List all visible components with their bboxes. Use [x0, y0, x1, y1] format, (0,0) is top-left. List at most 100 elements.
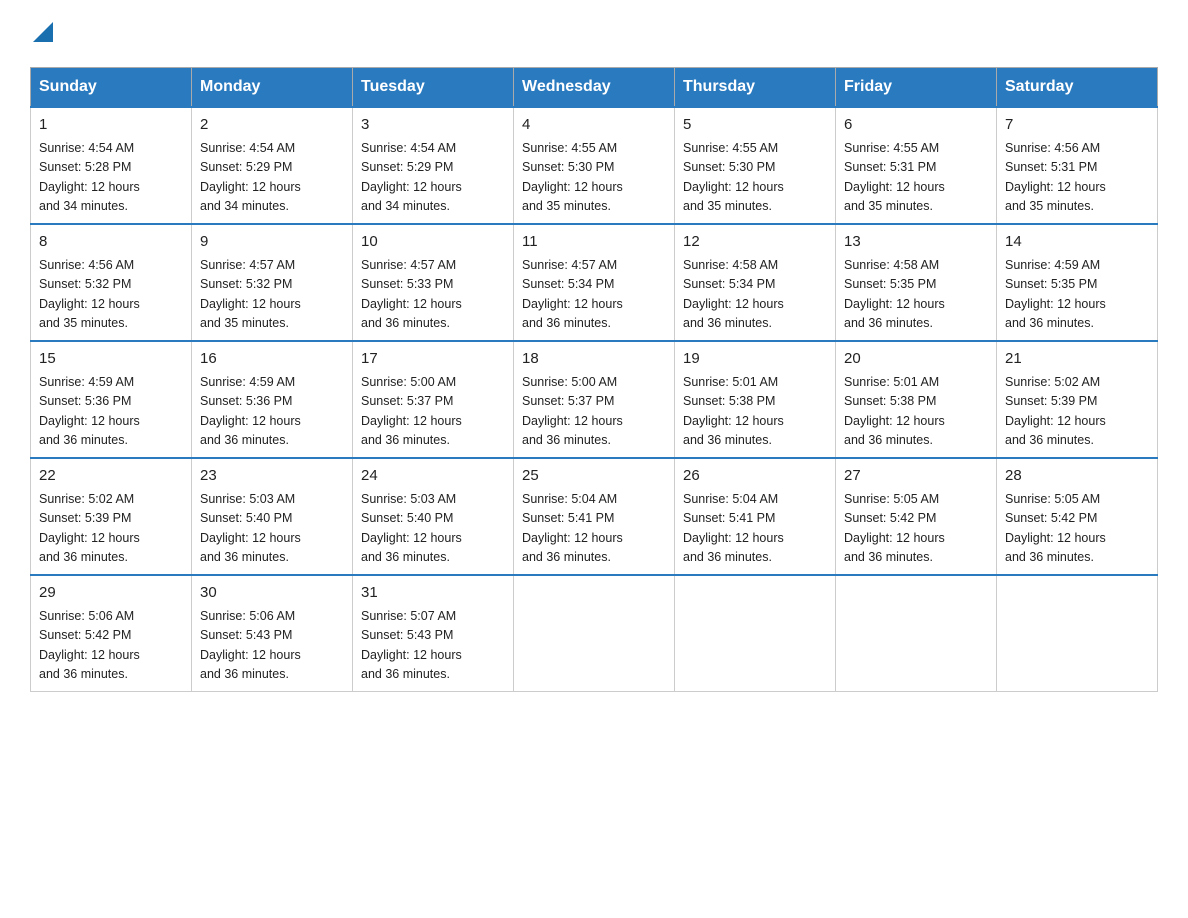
calendar-cell: 16 Sunrise: 4:59 AMSunset: 5:36 PMDaylig… — [192, 341, 353, 458]
calendar-cell: 9 Sunrise: 4:57 AMSunset: 5:32 PMDayligh… — [192, 224, 353, 341]
calendar-cell — [675, 575, 836, 692]
calendar-cell: 28 Sunrise: 5:05 AMSunset: 5:42 PMDaylig… — [997, 458, 1158, 575]
day-info: Sunrise: 5:00 AMSunset: 5:37 PMDaylight:… — [522, 373, 666, 451]
calendar-week-row: 8 Sunrise: 4:56 AMSunset: 5:32 PMDayligh… — [31, 224, 1158, 341]
calendar-cell: 27 Sunrise: 5:05 AMSunset: 5:42 PMDaylig… — [836, 458, 997, 575]
calendar-cell: 30 Sunrise: 5:06 AMSunset: 5:43 PMDaylig… — [192, 575, 353, 692]
day-number: 23 — [200, 465, 344, 488]
day-number: 13 — [844, 231, 988, 254]
day-number: 31 — [361, 582, 505, 605]
day-info: Sunrise: 4:59 AMSunset: 5:36 PMDaylight:… — [200, 373, 344, 451]
day-number: 3 — [361, 114, 505, 137]
day-info: Sunrise: 4:55 AMSunset: 5:30 PMDaylight:… — [683, 139, 827, 217]
day-header-monday: Monday — [192, 67, 353, 107]
calendar-cell: 1 Sunrise: 4:54 AMSunset: 5:28 PMDayligh… — [31, 107, 192, 224]
day-info: Sunrise: 5:04 AMSunset: 5:41 PMDaylight:… — [522, 490, 666, 568]
day-number: 15 — [39, 348, 183, 371]
day-number: 29 — [39, 582, 183, 605]
day-header-thursday: Thursday — [675, 67, 836, 107]
day-number: 25 — [522, 465, 666, 488]
calendar-week-row: 1 Sunrise: 4:54 AMSunset: 5:28 PMDayligh… — [31, 107, 1158, 224]
day-info: Sunrise: 5:05 AMSunset: 5:42 PMDaylight:… — [1005, 490, 1149, 568]
day-info: Sunrise: 5:06 AMSunset: 5:43 PMDaylight:… — [200, 607, 344, 685]
day-number: 20 — [844, 348, 988, 371]
day-header-sunday: Sunday — [31, 67, 192, 107]
calendar-cell: 14 Sunrise: 4:59 AMSunset: 5:35 PMDaylig… — [997, 224, 1158, 341]
day-info: Sunrise: 4:55 AMSunset: 5:31 PMDaylight:… — [844, 139, 988, 217]
calendar-week-row: 15 Sunrise: 4:59 AMSunset: 5:36 PMDaylig… — [31, 341, 1158, 458]
day-number: 11 — [522, 231, 666, 254]
day-info: Sunrise: 5:06 AMSunset: 5:42 PMDaylight:… — [39, 607, 183, 685]
calendar-cell: 4 Sunrise: 4:55 AMSunset: 5:30 PMDayligh… — [514, 107, 675, 224]
calendar-week-row: 22 Sunrise: 5:02 AMSunset: 5:39 PMDaylig… — [31, 458, 1158, 575]
day-number: 2 — [200, 114, 344, 137]
calendar-cell: 19 Sunrise: 5:01 AMSunset: 5:38 PMDaylig… — [675, 341, 836, 458]
day-info: Sunrise: 5:03 AMSunset: 5:40 PMDaylight:… — [200, 490, 344, 568]
calendar-table: SundayMondayTuesdayWednesdayThursdayFrid… — [30, 67, 1158, 692]
calendar-cell: 11 Sunrise: 4:57 AMSunset: 5:34 PMDaylig… — [514, 224, 675, 341]
day-number: 9 — [200, 231, 344, 254]
day-header-saturday: Saturday — [997, 67, 1158, 107]
day-info: Sunrise: 4:59 AMSunset: 5:36 PMDaylight:… — [39, 373, 183, 451]
calendar-cell: 22 Sunrise: 5:02 AMSunset: 5:39 PMDaylig… — [31, 458, 192, 575]
day-number: 10 — [361, 231, 505, 254]
calendar-cell: 31 Sunrise: 5:07 AMSunset: 5:43 PMDaylig… — [353, 575, 514, 692]
day-info: Sunrise: 4:56 AMSunset: 5:32 PMDaylight:… — [39, 256, 183, 334]
day-info: Sunrise: 4:57 AMSunset: 5:34 PMDaylight:… — [522, 256, 666, 334]
day-number: 22 — [39, 465, 183, 488]
day-info: Sunrise: 4:56 AMSunset: 5:31 PMDaylight:… — [1005, 139, 1149, 217]
day-info: Sunrise: 4:58 AMSunset: 5:35 PMDaylight:… — [844, 256, 988, 334]
calendar-cell: 25 Sunrise: 5:04 AMSunset: 5:41 PMDaylig… — [514, 458, 675, 575]
calendar-cell: 24 Sunrise: 5:03 AMSunset: 5:40 PMDaylig… — [353, 458, 514, 575]
calendar-cell — [514, 575, 675, 692]
calendar-cell: 20 Sunrise: 5:01 AMSunset: 5:38 PMDaylig… — [836, 341, 997, 458]
calendar-cell: 3 Sunrise: 4:54 AMSunset: 5:29 PMDayligh… — [353, 107, 514, 224]
day-number: 17 — [361, 348, 505, 371]
day-header-tuesday: Tuesday — [353, 67, 514, 107]
calendar-week-row: 29 Sunrise: 5:06 AMSunset: 5:42 PMDaylig… — [31, 575, 1158, 692]
day-header-friday: Friday — [836, 67, 997, 107]
logo — [30, 20, 53, 47]
day-info: Sunrise: 4:54 AMSunset: 5:29 PMDaylight:… — [200, 139, 344, 217]
page-header — [30, 20, 1158, 47]
day-info: Sunrise: 4:57 AMSunset: 5:33 PMDaylight:… — [361, 256, 505, 334]
day-number: 8 — [39, 231, 183, 254]
day-number: 26 — [683, 465, 827, 488]
day-number: 21 — [1005, 348, 1149, 371]
day-header-wednesday: Wednesday — [514, 67, 675, 107]
calendar-cell: 5 Sunrise: 4:55 AMSunset: 5:30 PMDayligh… — [675, 107, 836, 224]
day-info: Sunrise: 5:03 AMSunset: 5:40 PMDaylight:… — [361, 490, 505, 568]
calendar-cell: 7 Sunrise: 4:56 AMSunset: 5:31 PMDayligh… — [997, 107, 1158, 224]
day-number: 7 — [1005, 114, 1149, 137]
calendar-cell — [836, 575, 997, 692]
day-info: Sunrise: 4:59 AMSunset: 5:35 PMDaylight:… — [1005, 256, 1149, 334]
calendar-cell: 26 Sunrise: 5:04 AMSunset: 5:41 PMDaylig… — [675, 458, 836, 575]
day-info: Sunrise: 4:54 AMSunset: 5:29 PMDaylight:… — [361, 139, 505, 217]
day-number: 1 — [39, 114, 183, 137]
calendar-cell: 10 Sunrise: 4:57 AMSunset: 5:33 PMDaylig… — [353, 224, 514, 341]
logo-triangle-icon — [33, 22, 53, 42]
calendar-cell: 18 Sunrise: 5:00 AMSunset: 5:37 PMDaylig… — [514, 341, 675, 458]
calendar-cell: 23 Sunrise: 5:03 AMSunset: 5:40 PMDaylig… — [192, 458, 353, 575]
day-info: Sunrise: 4:58 AMSunset: 5:34 PMDaylight:… — [683, 256, 827, 334]
day-info: Sunrise: 5:02 AMSunset: 5:39 PMDaylight:… — [1005, 373, 1149, 451]
day-number: 6 — [844, 114, 988, 137]
day-info: Sunrise: 5:02 AMSunset: 5:39 PMDaylight:… — [39, 490, 183, 568]
day-number: 5 — [683, 114, 827, 137]
day-number: 28 — [1005, 465, 1149, 488]
day-info: Sunrise: 4:54 AMSunset: 5:28 PMDaylight:… — [39, 139, 183, 217]
day-number: 27 — [844, 465, 988, 488]
calendar-cell: 8 Sunrise: 4:56 AMSunset: 5:32 PMDayligh… — [31, 224, 192, 341]
calendar-cell: 29 Sunrise: 5:06 AMSunset: 5:42 PMDaylig… — [31, 575, 192, 692]
day-number: 30 — [200, 582, 344, 605]
calendar-cell: 21 Sunrise: 5:02 AMSunset: 5:39 PMDaylig… — [997, 341, 1158, 458]
day-number: 12 — [683, 231, 827, 254]
calendar-cell: 12 Sunrise: 4:58 AMSunset: 5:34 PMDaylig… — [675, 224, 836, 341]
day-info: Sunrise: 4:55 AMSunset: 5:30 PMDaylight:… — [522, 139, 666, 217]
day-info: Sunrise: 5:00 AMSunset: 5:37 PMDaylight:… — [361, 373, 505, 451]
day-info: Sunrise: 5:05 AMSunset: 5:42 PMDaylight:… — [844, 490, 988, 568]
calendar-cell: 2 Sunrise: 4:54 AMSunset: 5:29 PMDayligh… — [192, 107, 353, 224]
calendar-cell — [997, 575, 1158, 692]
day-number: 18 — [522, 348, 666, 371]
day-number: 24 — [361, 465, 505, 488]
